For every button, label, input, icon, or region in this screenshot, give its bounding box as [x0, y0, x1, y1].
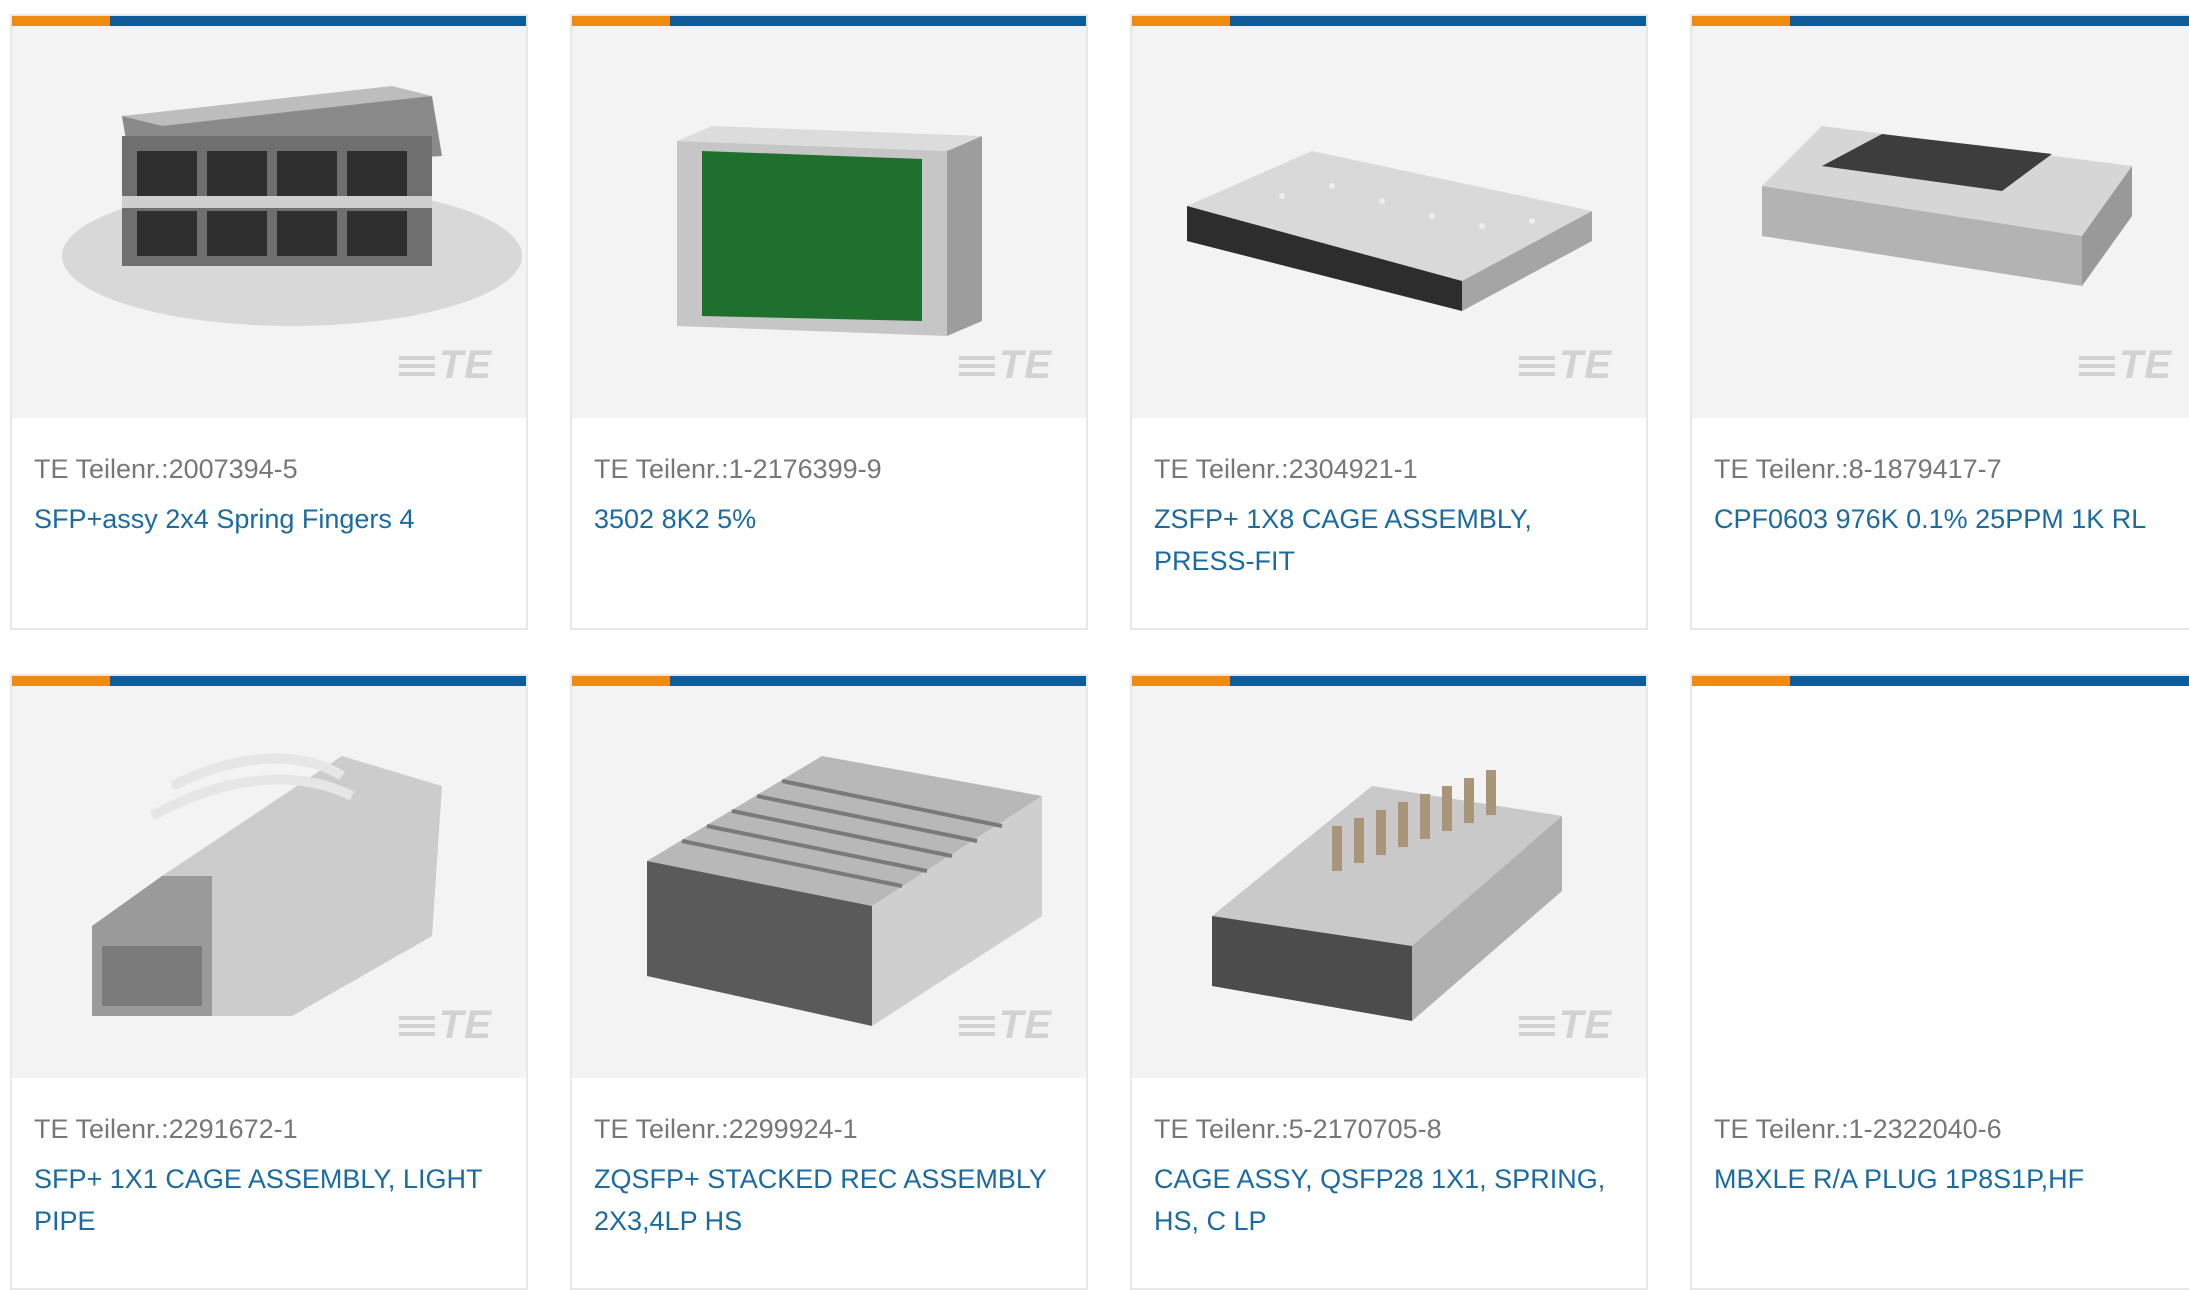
product-image-placeholder[interactable]	[1692, 686, 2189, 1078]
part-number: TE Teilenr.:2304921-1	[1154, 454, 1418, 484]
card-topbar-accent	[12, 16, 110, 26]
product-title-link[interactable]: CAGE ASSY, QSFP28 1X1, SPRING, HS, C LP	[1154, 1158, 1624, 1242]
product-title-link[interactable]: SFP+assy 2x4 Spring Fingers 4	[34, 498, 504, 540]
product-card[interactable]: TE TE Teilenr.:2299924-1 ZQSFP+ STACKED …	[570, 674, 1088, 1290]
product-image[interactable]: TE	[572, 686, 1086, 1078]
product-title-link[interactable]: CPF0603 976K 0.1% 25PPM 1K RL	[1714, 498, 2184, 540]
card-topbar	[12, 676, 526, 686]
card-topbar	[1692, 676, 2189, 686]
product-title-link[interactable]: 3502 8K2 5%	[594, 498, 1064, 540]
product-card[interactable]: TE Teilenr.:1-2322040-6 MBXLE R/A PLUG 1…	[1690, 674, 2189, 1290]
te-logo-icon: TE	[958, 343, 1052, 388]
card-topbar	[1692, 16, 2189, 26]
te-logo-icon: TE	[1518, 343, 1612, 388]
product-card[interactable]: TE TE Teilenr.:8-1879417-7 CPF0603 976K …	[1690, 14, 2189, 630]
card-topbar-accent	[1132, 16, 1230, 26]
product-card[interactable]: TE TE Teilenr.:5-2170705-8 CAGE ASSY, QS…	[1130, 674, 1648, 1290]
product-image[interactable]: TE	[572, 26, 1086, 418]
te-logo-icon: TE	[958, 1003, 1052, 1048]
part-number: TE Teilenr.:5-2170705-8	[1154, 1114, 1442, 1144]
te-logo-icon: TE	[1518, 1003, 1612, 1048]
card-topbar-accent	[12, 676, 110, 686]
card-topbar	[572, 676, 1086, 686]
card-topbar	[572, 16, 1086, 26]
product-card[interactable]: TE TE Teilenr.:1-2176399-9 3502 8K2 5%	[570, 14, 1088, 630]
card-topbar-accent	[572, 676, 670, 686]
product-image[interactable]: TE	[1692, 26, 2189, 418]
product-image[interactable]: TE	[1132, 686, 1646, 1078]
product-image[interactable]: TE	[12, 26, 526, 418]
product-image[interactable]: TE	[1132, 26, 1646, 418]
te-logo-icon: TE	[2078, 343, 2172, 388]
product-title-link[interactable]: ZQSFP+ STACKED REC ASSEMBLY 2X3,4LP HS	[594, 1158, 1064, 1242]
te-logo-icon: TE	[398, 343, 492, 388]
product-grid: TE TE Teilenr.:2007394-5 SFP+assy 2x4 Sp…	[0, 0, 2189, 1290]
part-number: TE Teilenr.:8-1879417-7	[1714, 454, 2002, 484]
product-title-link[interactable]: ZSFP+ 1X8 CAGE ASSEMBLY, PRESS-FIT	[1154, 498, 1624, 582]
product-title-link[interactable]: SFP+ 1X1 CAGE ASSEMBLY, LIGHT PIPE	[34, 1158, 504, 1242]
card-topbar-accent	[1132, 676, 1230, 686]
part-number: TE Teilenr.:2299924-1	[594, 1114, 858, 1144]
te-logo-icon: TE	[398, 1003, 492, 1048]
card-topbar-accent	[1692, 16, 1790, 26]
part-number: TE Teilenr.:2007394-5	[34, 454, 298, 484]
card-topbar-accent	[572, 16, 670, 26]
part-number: TE Teilenr.:1-2176399-9	[594, 454, 882, 484]
product-card[interactable]: TE TE Teilenr.:2304921-1 ZSFP+ 1X8 CAGE …	[1130, 14, 1648, 630]
product-card[interactable]: TE TE Teilenr.:2007394-5 SFP+assy 2x4 Sp…	[10, 14, 528, 630]
card-topbar	[1132, 676, 1646, 686]
card-topbar	[1132, 16, 1646, 26]
product-card[interactable]: TE TE Teilenr.:2291672-1 SFP+ 1X1 CAGE A…	[10, 674, 528, 1290]
card-topbar	[12, 16, 526, 26]
part-number: TE Teilenr.:1-2322040-6	[1714, 1114, 2002, 1144]
product-title-link[interactable]: MBXLE R/A PLUG 1P8S1P,HF	[1714, 1158, 2184, 1200]
part-number: TE Teilenr.:2291672-1	[34, 1114, 298, 1144]
card-topbar-accent	[1692, 676, 1790, 686]
product-image[interactable]: TE	[12, 686, 526, 1078]
